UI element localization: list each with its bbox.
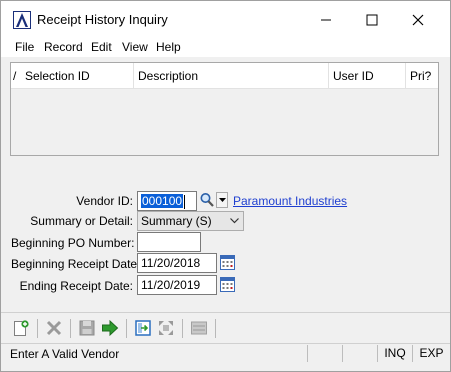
menu-edit[interactable]: Edit xyxy=(91,40,112,54)
menu-view[interactable]: View xyxy=(122,40,148,54)
grid-header: / Selection ID Description User ID Pri? xyxy=(11,63,438,89)
maximize-button[interactable] xyxy=(349,6,395,34)
import-button[interactable] xyxy=(134,319,152,337)
calendar-icon xyxy=(220,277,235,292)
beginning-po-input[interactable] xyxy=(137,232,201,252)
save-icon xyxy=(79,320,95,336)
summary-detail-value: Summary (S) xyxy=(141,214,212,228)
window-title: Receipt History Inquiry xyxy=(37,12,168,27)
status-cell-2 xyxy=(342,345,377,362)
ending-date-input[interactable]: 11/20/2019 xyxy=(137,275,217,295)
summary-detail-label: Summary or Detail: xyxy=(30,214,133,228)
vendor-search-button[interactable] xyxy=(199,191,215,209)
vendor-id-input[interactable]: 000100 xyxy=(137,191,197,211)
column-user-id[interactable]: User ID xyxy=(329,63,406,89)
title-bar: Receipt History Inquiry xyxy=(1,1,450,37)
beginning-date-calendar-button[interactable] xyxy=(220,255,235,270)
expand-icon xyxy=(159,321,173,335)
beginning-po-label: Beginning PO Number: xyxy=(11,236,135,250)
toolbar-divider xyxy=(215,319,216,338)
toolbar-separator-line xyxy=(1,312,450,313)
chevron-down-icon xyxy=(230,218,239,224)
column-priority[interactable]: Pri? xyxy=(406,63,438,89)
beginning-date-value: 11/20/2018 xyxy=(141,256,201,270)
vendor-id-value: 000100 xyxy=(141,194,184,208)
summary-detail-select[interactable]: Summary (S) xyxy=(137,211,244,231)
text-caret xyxy=(184,194,186,209)
app-logo-icon xyxy=(13,11,31,29)
beginning-date-input[interactable]: 11/20/2018 xyxy=(137,253,217,273)
selection-grid[interactable]: / Selection ID Description User ID Pri? xyxy=(10,62,439,156)
expand-button[interactable] xyxy=(157,319,175,337)
toolbar-divider xyxy=(37,319,38,338)
go-button[interactable] xyxy=(101,319,119,337)
vendor-name-link[interactable]: Paramount Industries xyxy=(233,194,347,208)
ending-date-value: 11/20/2019 xyxy=(141,278,201,292)
delete-icon xyxy=(46,320,62,336)
toolbar-divider xyxy=(70,319,71,338)
status-mode-exp: EXP xyxy=(412,345,450,362)
status-cell-1 xyxy=(307,345,342,362)
save-button[interactable] xyxy=(78,319,96,337)
column-description[interactable]: Description xyxy=(134,63,329,89)
delete-button[interactable] xyxy=(45,319,63,337)
close-button[interactable] xyxy=(395,6,441,34)
ending-date-calendar-button[interactable] xyxy=(220,277,235,292)
ending-date-label: Ending Receipt Date: xyxy=(19,279,133,293)
menu-record[interactable]: Record xyxy=(44,40,83,54)
status-message: Enter A Valid Vendor xyxy=(10,347,120,361)
list-icon xyxy=(191,321,207,335)
calendar-icon xyxy=(220,255,235,270)
new-record-button[interactable] xyxy=(12,319,30,337)
vendor-id-label: Vendor ID: xyxy=(76,194,133,208)
status-mode-inq: INQ xyxy=(377,345,412,362)
column-selection-id[interactable]: Selection ID xyxy=(21,63,134,89)
go-arrow-icon xyxy=(102,319,119,337)
list-button[interactable] xyxy=(190,319,208,337)
menu-file[interactable]: File xyxy=(15,40,34,54)
magnifier-icon xyxy=(200,193,214,207)
toolbar-divider xyxy=(126,319,127,338)
beginning-date-label: Beginning Receipt Date: xyxy=(11,257,141,271)
dropdown-arrow-icon xyxy=(219,198,226,202)
bottom-toolbar xyxy=(1,314,450,342)
new-record-icon xyxy=(14,320,29,336)
toolbar-divider xyxy=(182,319,183,338)
minimize-button[interactable] xyxy=(303,6,349,34)
import-icon xyxy=(135,320,151,336)
status-bar: Enter A Valid Vendor INQ EXP xyxy=(1,343,450,362)
app-window: Receipt History Inquiry File Record Edit… xyxy=(0,0,451,372)
menu-help[interactable]: Help xyxy=(156,40,181,54)
vendor-dropdown-button[interactable] xyxy=(216,192,228,208)
menu-bar: File Record Edit View Help xyxy=(1,37,450,57)
